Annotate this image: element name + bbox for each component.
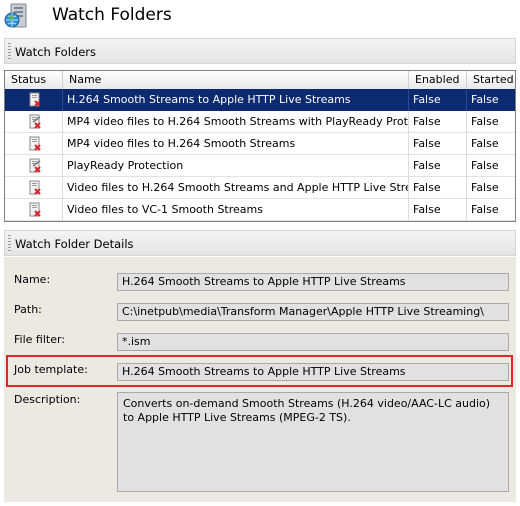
- path-label: Path:: [14, 303, 42, 316]
- name-cell: H.264 Smooth Streams to Apple HTTP Live …: [63, 89, 409, 111]
- enabled-cell: False: [409, 199, 467, 221]
- status-cell: [5, 177, 63, 199]
- job-template-field[interactable]: H.264 Smooth Streams to Apple HTTP Live …: [117, 363, 509, 381]
- page-header: Watch Folders: [0, 0, 520, 34]
- name-cell: MP4 video files to H.264 Smooth Streams: [63, 133, 409, 155]
- error-folder-icon: [29, 158, 41, 173]
- grip-icon: [8, 235, 11, 251]
- description-label: Description:: [14, 393, 81, 406]
- started-cell: False: [471, 181, 499, 194]
- column-header-enabled[interactable]: Enabled: [409, 71, 467, 89]
- grip-icon: [8, 43, 11, 59]
- stopped-folder-icon: [29, 202, 41, 217]
- table-row[interactable]: H.264 Smooth Streams to Apple HTTP Live …: [5, 89, 515, 111]
- started-cell: False: [471, 137, 499, 150]
- column-header-name[interactable]: Name: [63, 71, 409, 89]
- file-filter-field[interactable]: *.ism: [117, 333, 509, 351]
- error-folder-icon: [29, 114, 41, 129]
- enabled-cell: False: [409, 133, 467, 155]
- watch-folders-icon: [4, 3, 27, 28]
- column-header-status[interactable]: Status: [5, 71, 63, 89]
- name-cell: MP4 video files to H.264 Smooth Streams …: [63, 111, 409, 133]
- started-cell: False: [471, 93, 499, 106]
- status-cell: [5, 89, 63, 111]
- column-header-started[interactable]: Started: [467, 71, 515, 89]
- enabled-cell: False: [409, 89, 467, 111]
- job-template-label: Job template:: [14, 363, 88, 376]
- started-cell: False: [471, 115, 499, 128]
- name-cell: PlayReady Protection: [63, 155, 409, 177]
- watch-folders-grid[interactable]: Status Name Enabled Started H.264 Smooth…: [4, 70, 516, 222]
- status-cell: [5, 199, 63, 221]
- stopped-folder-icon: [29, 180, 41, 195]
- section-title: Watch Folder Details: [15, 237, 134, 251]
- details-section-header: Watch Folder Details: [4, 230, 516, 256]
- started-cell: False: [471, 159, 499, 172]
- file-filter-label: File filter:: [14, 333, 66, 346]
- started-cell: False: [471, 203, 499, 216]
- path-field[interactable]: C:\inetpub\media\Transform Manager\Apple…: [117, 303, 509, 321]
- watch-folders-section-header: Watch Folders: [4, 38, 516, 64]
- enabled-cell: False: [409, 111, 467, 133]
- name-field[interactable]: H.264 Smooth Streams to Apple HTTP Live …: [117, 273, 509, 291]
- grid-header-row: Status Name Enabled Started: [5, 71, 515, 90]
- name-label: Name:: [14, 273, 51, 286]
- stopped-folder-icon: [29, 136, 41, 151]
- enabled-cell: False: [409, 177, 467, 199]
- table-row[interactable]: Video files to VC-1 Smooth Streams False F…: [5, 199, 515, 221]
- status-cell: [5, 111, 63, 133]
- page-title: Watch Folders: [52, 5, 172, 25]
- stopped-folder-icon: [29, 92, 41, 107]
- table-row[interactable]: PlayReady Protection False False: [5, 155, 515, 177]
- name-cell: Video files to VC-1 Smooth Streams: [63, 199, 409, 221]
- status-cell: [5, 133, 63, 155]
- table-row[interactable]: MP4 video files to H.264 Smooth Streams …: [5, 111, 515, 133]
- name-cell: Video files to H.264 Smooth Streams and …: [63, 177, 409, 199]
- enabled-cell: False: [409, 155, 467, 177]
- description-field[interactable]: Converts on-demand Smooth Streams (H.264…: [117, 392, 509, 492]
- section-title: Watch Folders: [15, 45, 96, 59]
- status-cell: [5, 155, 63, 177]
- table-row[interactable]: Video files to H.264 Smooth Streams and …: [5, 177, 515, 199]
- table-row[interactable]: MP4 video files to H.264 Smooth Streams F…: [5, 133, 515, 155]
